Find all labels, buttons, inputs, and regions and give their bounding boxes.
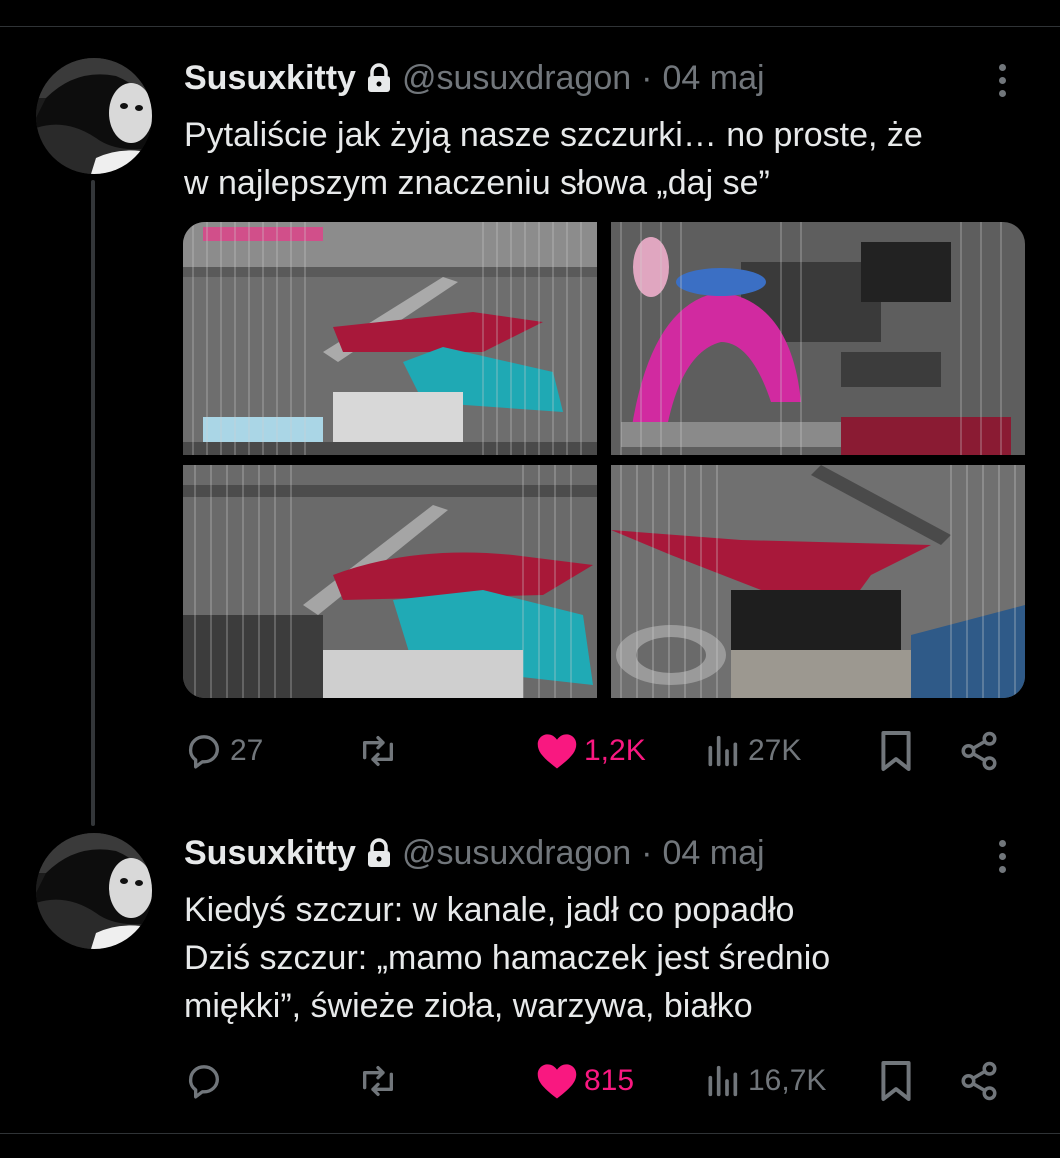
thread-connector-line [91,180,95,826]
heart-icon [537,1064,577,1099]
post-text-line: Dziś szczur: „mamo hamaczek jest średnio [184,939,831,977]
avatar[interactable] [36,833,152,949]
top-divider [0,26,1060,27]
bookmark-icon [881,731,911,771]
display-name[interactable]: Susuxkitty [184,59,356,98]
handle[interactable]: @susuxdragon [402,59,631,98]
handle[interactable]: @susuxdragon [402,834,631,873]
reply-button[interactable] [184,1056,230,1106]
repost-button[interactable] [356,1056,406,1106]
media-image-2[interactable] [611,222,1025,455]
share-icon [961,1061,997,1101]
post-header: Susuxkitty @susuxdragon · 04 maj [184,56,765,100]
post-text-line: Kiedyś szczur: w kanale, jadł co popadło [184,891,795,929]
reply-icon [188,735,219,769]
post-text-line: Pytaliście jak żyją nasze szczurki… no p… [184,116,923,154]
more-icon[interactable] [988,836,1016,876]
like-button[interactable]: 815 [536,1056,634,1106]
views-count: 27K [748,734,802,767]
post-text-line: w najlepszym znaczeniu słowa „daj se” [184,164,770,202]
post-text: Pytaliście jak żyją nasze szczurki… no p… [184,111,1024,207]
views-icon [708,1065,738,1097]
like-button[interactable]: 1,2K [536,726,646,776]
reply-button[interactable]: 27 [184,726,263,776]
like-count: 1,2K [584,734,646,767]
views-button[interactable]: 16,7K [702,1056,826,1106]
heart-icon [537,734,577,769]
post-text-line: miękki”, świeże zioła, warzywa, białko [184,987,753,1025]
reply-icon [188,1065,219,1099]
repost-icon [363,1066,393,1096]
views-button[interactable]: 27K [702,726,801,776]
bookmark-button[interactable] [878,1056,914,1106]
views-icon [708,735,738,767]
post-date[interactable]: 04 maj [662,59,764,98]
more-icon[interactable] [988,60,1016,100]
repost-button[interactable] [356,726,406,776]
display-name[interactable]: Susuxkitty [184,834,356,873]
media-grid [183,222,1025,698]
separator-dot: · [641,833,653,872]
post-actions: 27 1,2K 27K [184,726,1004,776]
bookmark-icon [881,1061,911,1101]
bottom-divider [0,1133,1060,1134]
reply-count: 27 [230,734,264,767]
avatar[interactable] [36,58,152,174]
like-count: 815 [584,1064,635,1097]
media-image-3[interactable] [183,465,597,698]
post-text: Kiedyś szczur: w kanale, jadł co popadło… [184,886,1024,1030]
views-count: 16,7K [748,1064,827,1097]
media-image-4[interactable] [611,465,1025,698]
share-icon [961,731,997,771]
lock-icon [366,63,392,93]
share-button[interactable] [958,1056,1000,1106]
share-button[interactable] [958,726,1000,776]
post-actions: 815 16,7K [184,1056,1004,1106]
separator-dot: · [641,58,653,97]
lock-icon [366,838,392,868]
post-header: Susuxkitty @susuxdragon · 04 maj [184,831,765,875]
post-date[interactable]: 04 maj [662,834,764,873]
repost-icon [363,736,393,766]
bookmark-button[interactable] [878,726,914,776]
media-image-1[interactable] [183,222,597,455]
